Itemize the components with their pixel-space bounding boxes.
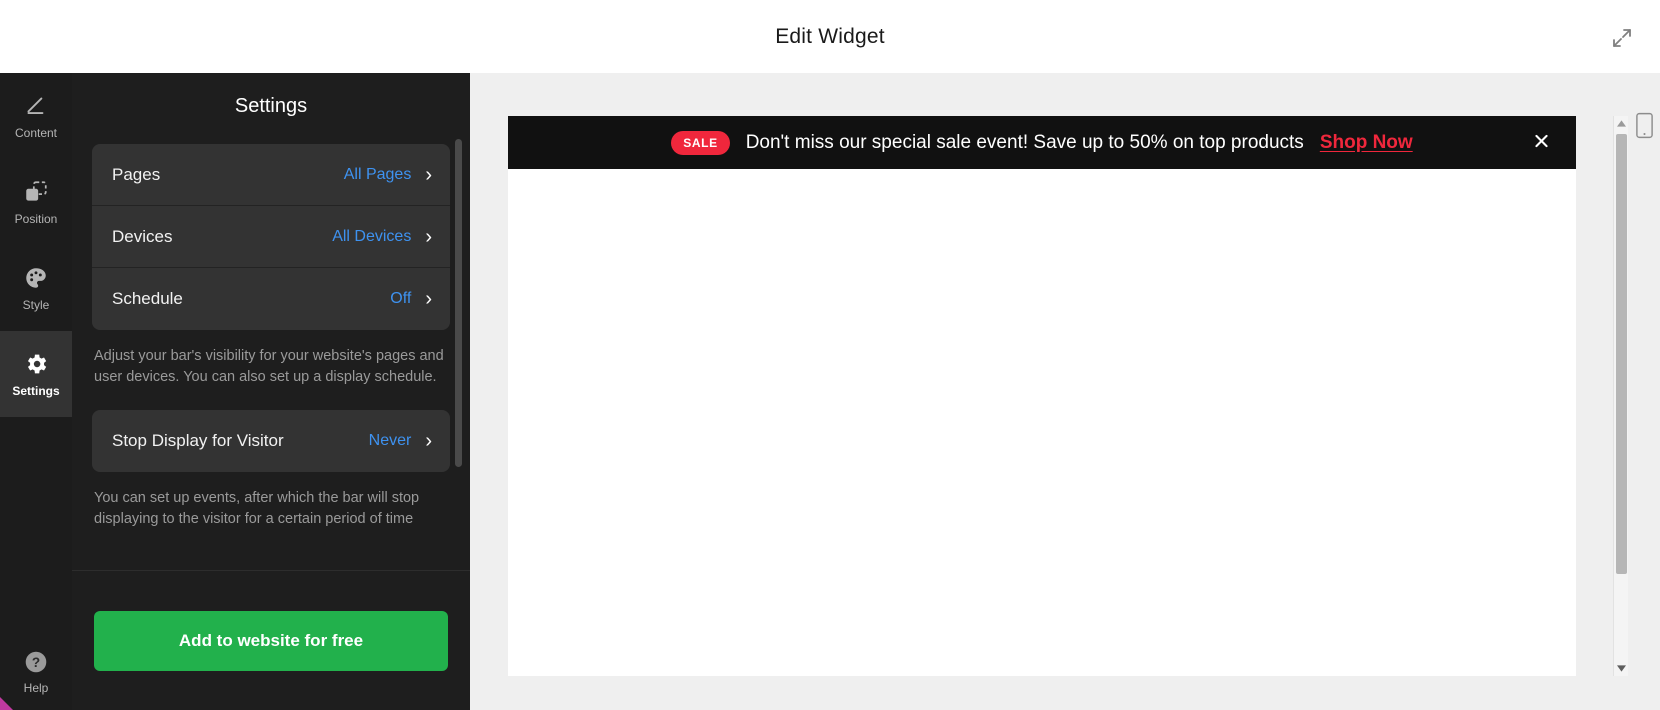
rail-label-settings: Settings — [12, 384, 60, 398]
settings-panel-title: Settings — [234, 95, 308, 117]
settings-panel-footer: Add to website for free — [72, 570, 470, 710]
add-to-website-button[interactable]: Add to website for free — [94, 610, 448, 671]
stop-display-help-text: You can set up events, after which the b… — [94, 490, 420, 527]
rail-label-position: Position — [14, 212, 58, 226]
shop-now-link[interactable]: Shop Now — [1320, 132, 1413, 154]
setting-value-schedule: Off — [390, 290, 412, 307]
announcement-message: Don't miss our special sale event! Save … — [745, 131, 1304, 153]
left-nav-rail: Content Position Style Settings ? Help — [0, 73, 72, 710]
chevron-right-icon: › — [425, 225, 432, 248]
visibility-settings-card: Pages All Pages › Devices All Devices › … — [92, 144, 450, 330]
gear-icon — [23, 351, 49, 377]
preview-stage: SALE Don't miss our special sale event! … — [470, 73, 1660, 710]
rail-label-help: Help — [23, 681, 49, 695]
chevron-right-icon: › — [425, 163, 432, 186]
triangle-down-icon[interactable] — [1614, 661, 1629, 676]
page-title: Edit Widget — [775, 24, 885, 48]
close-icon[interactable] — [1533, 132, 1550, 153]
sale-badge: SALE — [671, 130, 730, 155]
settings-scrollbar-thumb[interactable] — [455, 139, 462, 467]
rail-item-style[interactable]: Style — [0, 245, 72, 331]
question-circle-icon: ? — [23, 649, 49, 675]
setting-label-pages: Pages — [112, 164, 161, 184]
position-icon — [23, 179, 49, 205]
stop-display-card: Stop Display for Visitor Never › — [92, 410, 450, 472]
chevron-right-icon: › — [425, 288, 432, 310]
panel-fade-overlay — [72, 554, 470, 570]
settings-panel: Settings Pages All Pages › Devices All D… — [72, 73, 470, 710]
triangle-up-icon[interactable] — [1614, 116, 1629, 131]
rail-label-style: Style — [22, 298, 50, 312]
corner-accent-triangle — [0, 697, 13, 710]
svg-text:?: ? — [32, 655, 40, 670]
pencil-icon — [23, 93, 49, 119]
setting-label-stop-display: Stop Display for Visitor — [112, 431, 284, 450]
setting-label-devices: Devices — [112, 226, 173, 246]
preview-scrollbar[interactable] — [1613, 116, 1628, 676]
visibility-help-text: Adjust your bar's visibility for your we… — [94, 348, 444, 385]
setting-row-stop-display-for-visitor[interactable]: Stop Display for Visitor Never › — [92, 410, 450, 472]
setting-value-pages: All Pages — [343, 165, 412, 183]
setting-row-devices[interactable]: Devices All Devices › — [92, 206, 450, 268]
rail-item-help[interactable]: ? Help — [0, 649, 72, 694]
expand-arrows-icon[interactable] — [1602, 18, 1642, 58]
setting-label-schedule: Schedule — [112, 289, 183, 308]
rail-item-content[interactable]: Content — [0, 73, 72, 159]
mobile-phone-icon[interactable] — [1628, 105, 1660, 145]
chevron-right-icon: › — [425, 430, 432, 452]
palette-icon — [23, 265, 49, 291]
rail-item-position[interactable]: Position — [0, 159, 72, 245]
preview-scrollbar-thumb[interactable] — [1616, 134, 1627, 574]
main-area: Content Position Style Settings ? Help S… — [0, 73, 1660, 710]
announcement-bar: SALE Don't miss our special sale event! … — [508, 116, 1576, 169]
setting-value-devices: All Devices — [332, 227, 412, 245]
settings-panel-scroll-region: Settings Pages All Pages › Devices All D… — [72, 73, 470, 570]
setting-row-pages[interactable]: Pages All Pages › — [92, 144, 450, 206]
rail-label-content: Content — [14, 126, 58, 140]
window-header: Edit Widget — [0, 0, 1660, 73]
setting-value-stop-display: Never — [368, 432, 412, 449]
setting-row-schedule[interactable]: Schedule Off › — [92, 268, 450, 330]
rail-item-settings[interactable]: Settings — [0, 331, 72, 417]
preview-canvas: SALE Don't miss our special sale event! … — [508, 116, 1576, 676]
